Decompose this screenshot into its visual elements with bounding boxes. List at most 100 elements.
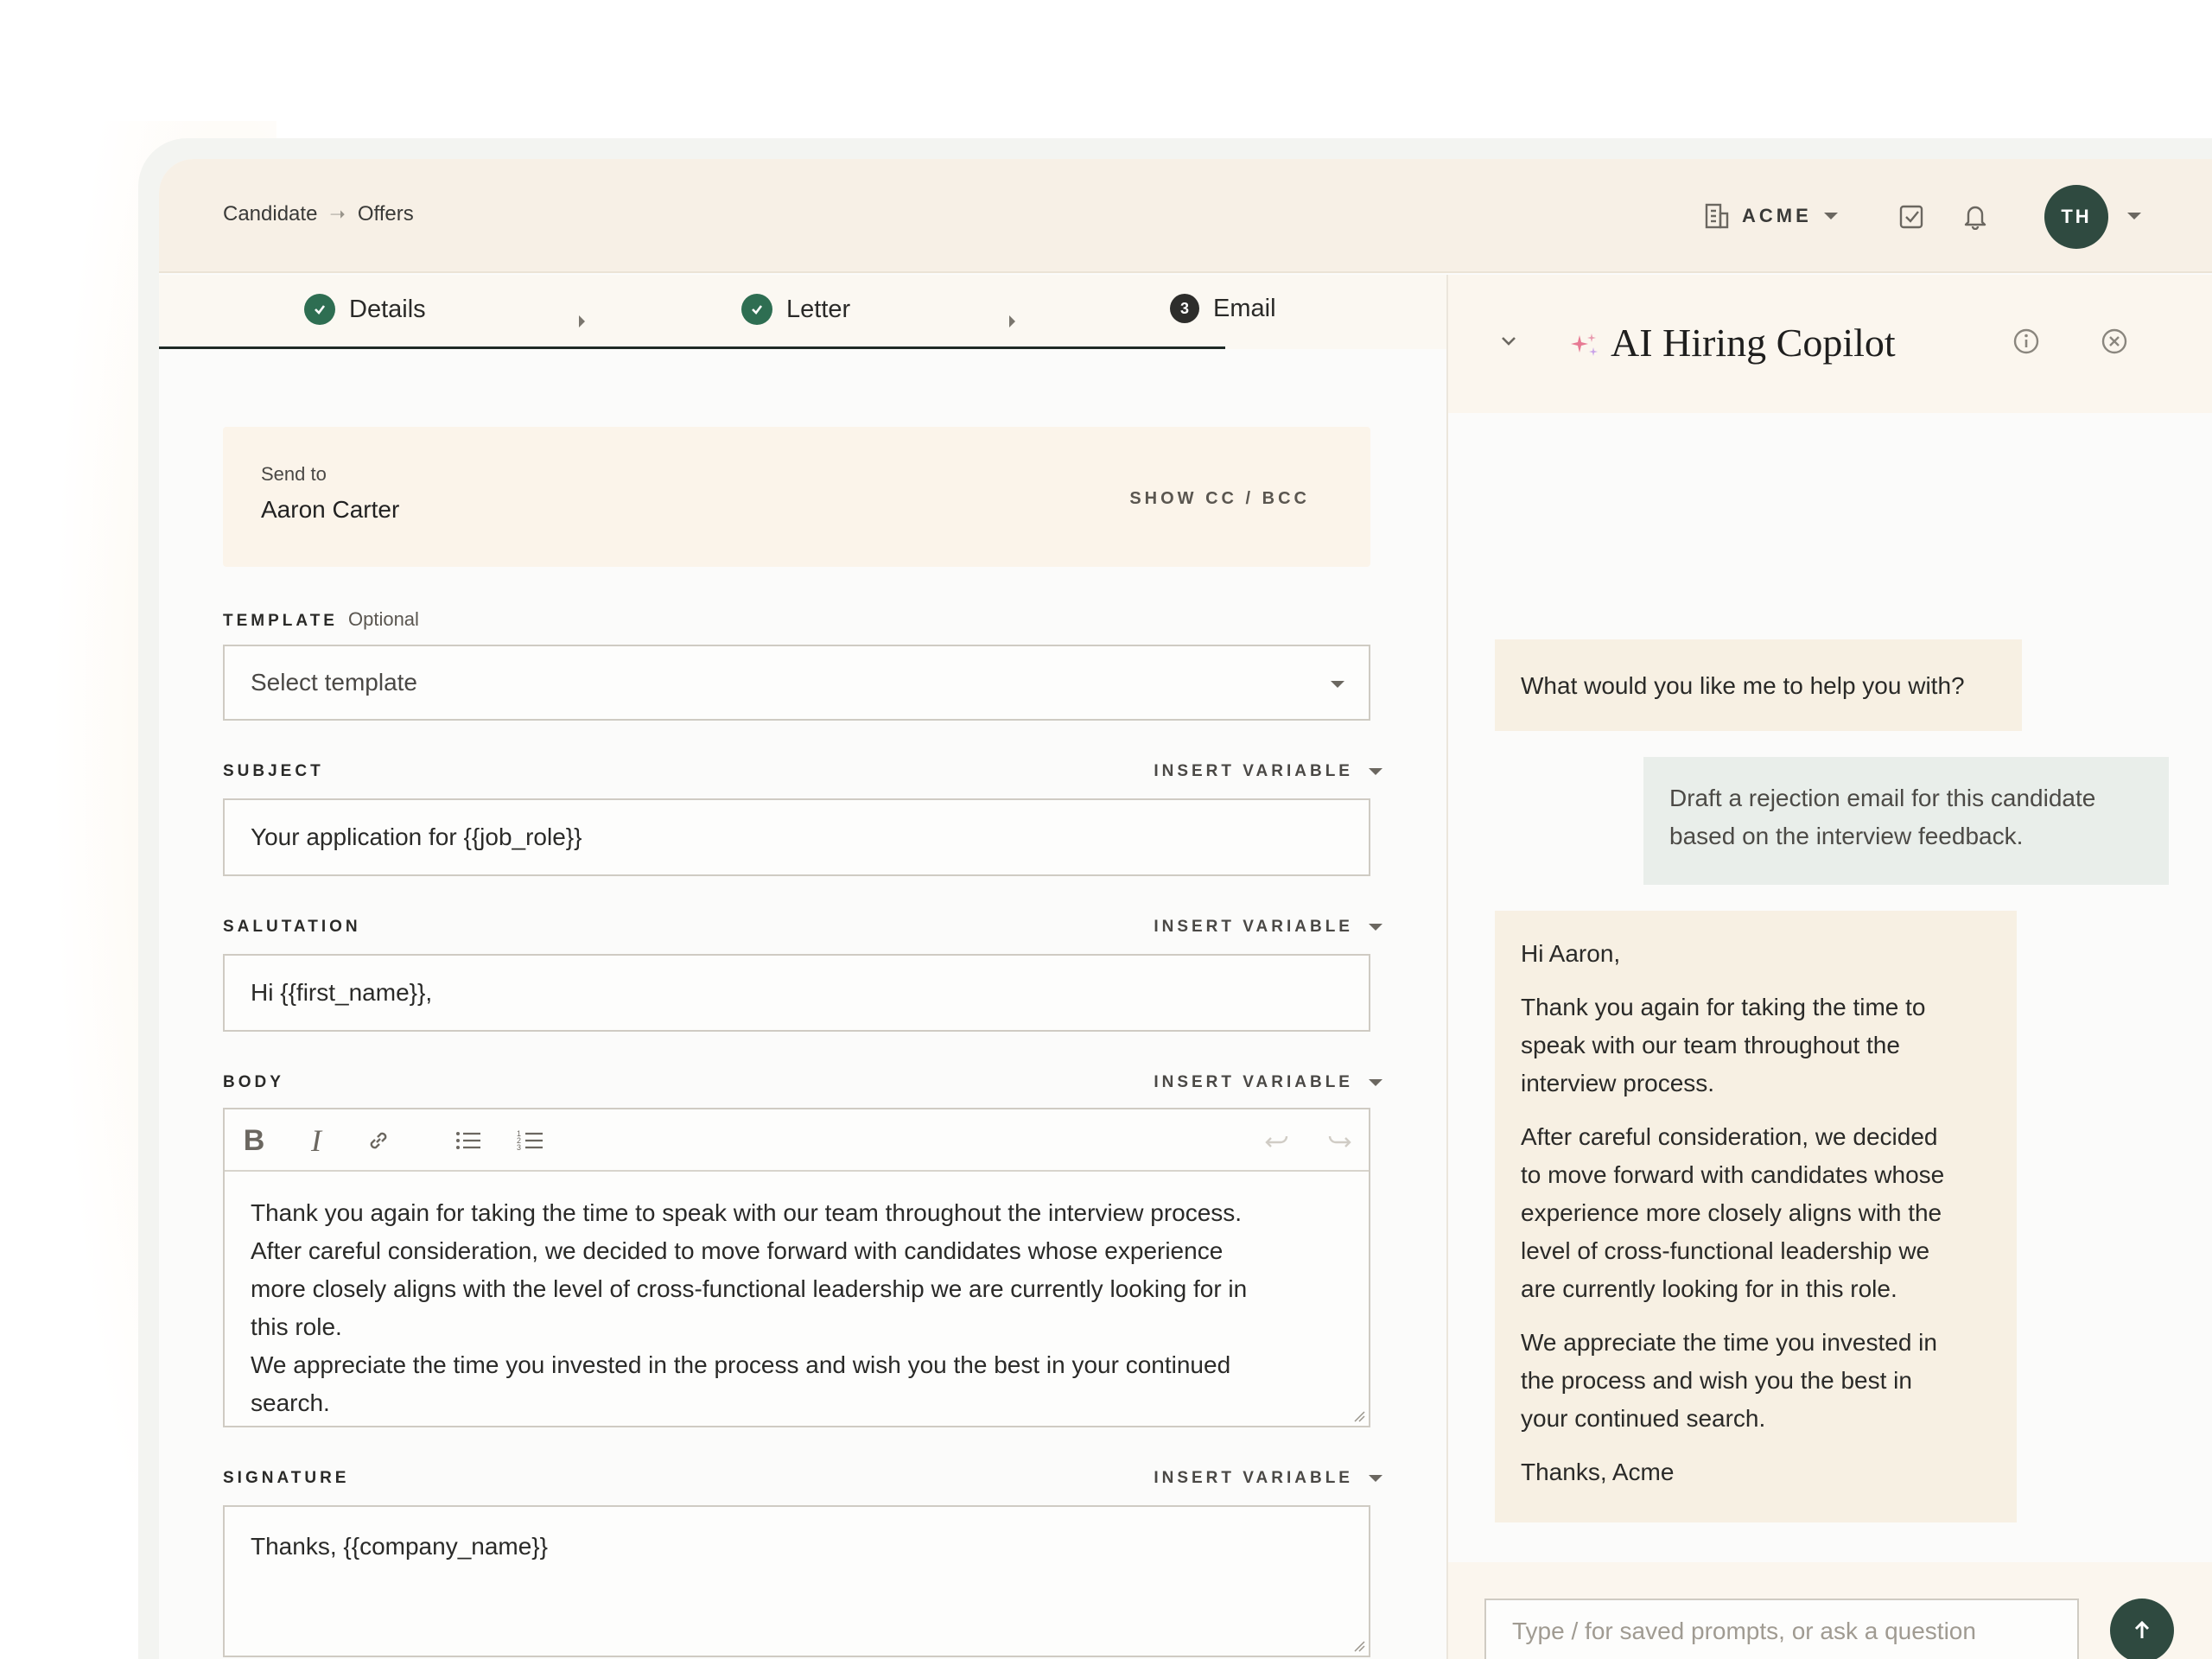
undo-icon[interactable]	[1262, 1125, 1293, 1156]
draft-line: We appreciate the time you invested in	[1521, 1329, 1937, 1356]
composer-placeholder: Type / for saved prompts, or ask a quest…	[1512, 1618, 1976, 1644]
user-message-line: Draft a rejection email for this candida…	[1669, 785, 2096, 811]
body-line: more closely aligns with the level of cr…	[251, 1275, 1248, 1302]
insert-variable-label: INSERT VARIABLE	[1154, 1469, 1353, 1487]
body-text[interactable]: Thank you again for taking the time to s…	[225, 1172, 1369, 1422]
chat-message-ai: What would you like me to help you with?	[1495, 639, 2022, 731]
stepper-progress-bar	[159, 346, 1225, 349]
salutation-label: SALUTATION	[223, 918, 361, 936]
send-to-label: Send to	[261, 463, 327, 485]
insert-variable-label: INSERT VARIABLE	[1154, 762, 1353, 780]
draft-paragraph: Thank you again for taking the time to s…	[1521, 988, 2017, 1103]
draft-line: the process and wish you the best in	[1521, 1367, 1912, 1394]
chevron-down-icon	[1823, 213, 1838, 219]
subject-label: SUBJECT	[223, 762, 324, 780]
step-email[interactable]: 3 Email	[1170, 294, 1276, 323]
subject-value: Your application for {{job_role}}	[251, 823, 582, 850]
insert-variable-subject[interactable]: INSERT VARIABLE	[1154, 762, 1382, 781]
chevron-down-icon[interactable]	[1498, 330, 1519, 351]
link-icon[interactable]	[363, 1125, 394, 1156]
template-label: TEMPLATE Optional	[223, 608, 419, 631]
tasks-checkbox-icon[interactable]	[1897, 202, 1925, 230]
numbered-list-icon[interactable]: 123	[515, 1125, 546, 1156]
editor-toolbar: B I 123	[225, 1109, 1369, 1172]
arrow-right-icon: ➝	[329, 203, 346, 225]
optional-hint: Optional	[347, 608, 419, 630]
body-editor[interactable]: B I 123 Thank you again for taking the t…	[223, 1108, 1370, 1427]
body-line: After careful consideration, we decided …	[251, 1237, 1224, 1264]
check-circle-icon	[304, 294, 335, 325]
step-label: Email	[1213, 294, 1276, 322]
info-icon[interactable]	[2012, 327, 2041, 356]
chevron-down-icon	[1369, 924, 1382, 931]
recipient-name: Aaron Carter	[261, 496, 400, 523]
body-line: this role.	[251, 1313, 342, 1340]
chevron-down-icon	[1369, 768, 1382, 775]
draft-greeting: Hi Aaron,	[1521, 940, 1621, 967]
copilot-title: AI Hiring Copilot	[1611, 321, 1896, 365]
insert-variable-label: INSERT VARIABLE	[1154, 1073, 1353, 1091]
chevron-down-icon[interactable]	[2127, 213, 2141, 219]
chat-message-ai-draft: Hi Aaron, Thank you again for taking the…	[1495, 911, 2017, 1522]
step-label: Letter	[786, 295, 851, 323]
check-circle-icon	[741, 294, 772, 325]
org-switcher[interactable]: ACME	[1704, 202, 1838, 230]
template-select-value: Select template	[251, 669, 417, 696]
insert-variable-body[interactable]: INSERT VARIABLE	[1154, 1073, 1382, 1092]
top-bar: Candidate ➝ Offers ACME TH	[159, 159, 2212, 273]
bell-icon[interactable]	[1961, 202, 1989, 230]
chevron-right-icon	[1009, 315, 1015, 327]
svg-text:3: 3	[517, 1143, 521, 1152]
body-line: We appreciate the time you invested in t…	[251, 1351, 1231, 1378]
show-cc-bcc-button[interactable]: SHOW CC / BCC	[1129, 489, 1310, 509]
insert-variable-label: INSERT VARIABLE	[1154, 918, 1353, 936]
subject-input[interactable]: Your application for {{job_role}}	[223, 798, 1370, 876]
step-number-badge: 3	[1170, 294, 1199, 323]
step-label: Details	[349, 295, 426, 323]
chevron-down-icon	[1369, 1079, 1382, 1086]
building-icon	[1705, 203, 1729, 229]
send-to-card: Send to Aaron Carter SHOW CC / BCC	[223, 427, 1370, 567]
chat-message-user: Draft a rejection email for this candida…	[1643, 757, 2169, 885]
draft-line: to move forward with candidates whose	[1521, 1161, 1945, 1188]
template-select[interactable]: Select template	[223, 645, 1370, 721]
breadcrumb-parent[interactable]: Candidate	[223, 202, 317, 226]
close-icon[interactable]	[2100, 327, 2129, 356]
signature-label: SIGNATURE	[223, 1469, 350, 1487]
signature-input[interactable]: Thanks, {{company_name}}	[223, 1505, 1370, 1657]
bulleted-list-icon[interactable]	[453, 1125, 484, 1156]
insert-variable-salutation[interactable]: INSERT VARIABLE	[1154, 918, 1382, 937]
stepper: Details Letter 3 Email	[159, 275, 1446, 349]
chevron-down-icon	[1369, 1475, 1382, 1482]
send-button[interactable]	[2110, 1599, 2174, 1659]
draft-line: level of cross-functional leadership we	[1521, 1237, 1930, 1264]
step-letter[interactable]: Letter	[741, 294, 850, 325]
draft-signoff: Thanks, Acme	[1521, 1459, 1675, 1485]
salutation-input[interactable]: Hi {{first_name}},	[223, 954, 1370, 1032]
sparkle-icon	[1571, 334, 1598, 356]
ai-prompt-text: What would you like me to help you with?	[1521, 672, 1965, 699]
resize-handle-icon[interactable]	[1353, 1640, 1365, 1652]
avatar[interactable]: TH	[2044, 185, 2108, 249]
insert-variable-signature[interactable]: INSERT VARIABLE	[1154, 1469, 1382, 1488]
redo-icon[interactable]	[1324, 1125, 1355, 1156]
bold-icon[interactable]: B	[238, 1124, 270, 1157]
body-line: Thank you again for taking the time to s…	[251, 1199, 1243, 1226]
draft-line: Thank you again for taking the time to	[1521, 994, 1926, 1020]
chevron-right-icon	[579, 315, 585, 327]
draft-paragraph: After careful consideration, we decided …	[1521, 1118, 2017, 1308]
composer-input[interactable]: Type / for saved prompts, or ask a quest…	[1484, 1599, 2079, 1659]
chevron-down-icon	[1331, 681, 1344, 688]
org-name: ACME	[1742, 205, 1812, 226]
avatar-initials: TH	[2061, 206, 2092, 227]
draft-line: speak with our team throughout the	[1521, 1032, 1900, 1058]
resize-handle-icon[interactable]	[1353, 1410, 1365, 1422]
copilot-header: AI Hiring Copilot	[1448, 275, 2212, 413]
draft-line: are currently looking for in this role.	[1521, 1275, 1897, 1302]
salutation-value: Hi {{first_name}},	[251, 979, 433, 1006]
body-line: search.	[251, 1389, 330, 1416]
panel-divider	[1446, 275, 1448, 1659]
italic-icon[interactable]: I	[301, 1123, 332, 1158]
step-details[interactable]: Details	[304, 294, 426, 325]
signature-value: Thanks, {{company_name}}	[251, 1533, 549, 1560]
